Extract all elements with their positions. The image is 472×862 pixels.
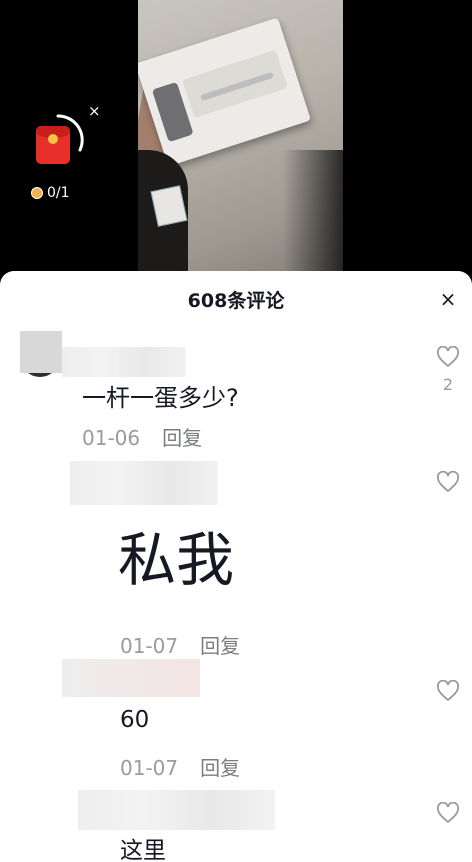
username-blurred[interactable] [78, 790, 275, 830]
comment-meta: 01-07 回复 [120, 630, 240, 659]
heart-icon[interactable] [436, 346, 460, 368]
red-packet-close-icon[interactable]: × [88, 104, 101, 119]
red-packet-progress-text: 0/1 [47, 185, 70, 201]
comment-date: 01-06 [82, 426, 141, 450]
video-frame [138, 0, 343, 290]
video-shadow [283, 150, 343, 290]
comment-date: 01-07 [120, 756, 179, 780]
like-count: 2 [442, 375, 454, 394]
video-product-box [138, 17, 312, 167]
coin-icon [31, 187, 43, 199]
username-blurred[interactable] [70, 461, 218, 505]
red-packet-icon [36, 126, 70, 164]
heart-icon[interactable] [436, 471, 460, 493]
reply-button[interactable]: 回复 [162, 426, 202, 450]
heart-icon[interactable] [436, 802, 460, 824]
reply-button[interactable]: 回复 [200, 634, 240, 658]
comment-text: 这里 [120, 838, 166, 862]
username-blurred[interactable] [62, 347, 186, 377]
comments-title: 608条评论 [187, 290, 285, 312]
video-product-pen [199, 71, 275, 102]
video-product-tray [182, 49, 288, 119]
close-icon[interactable]: × [438, 289, 458, 309]
comment-date: 01-07 [120, 634, 179, 658]
comment-meta: 01-07 回复 [120, 752, 240, 781]
avatar-blur [20, 331, 62, 373]
comment-meta: 01-06 回复 [82, 422, 202, 451]
heart-icon[interactable] [436, 680, 460, 702]
comment-text: 私我 [118, 526, 235, 594]
comments-panel: 608条评论 × 一杆一蛋多少? 01-06 回复 2 私我 01-07 回复 60… [0, 271, 472, 862]
comment-text: 一杆一蛋多少? [82, 384, 239, 412]
username-blurred[interactable] [62, 659, 200, 697]
reply-button[interactable]: 回复 [200, 756, 240, 780]
video-player[interactable]: × 0/1 [0, 0, 472, 290]
red-packet-progress: 0/1 [31, 185, 70, 201]
red-packet-widget[interactable] [30, 112, 90, 172]
comment-text: 60 [120, 707, 150, 733]
